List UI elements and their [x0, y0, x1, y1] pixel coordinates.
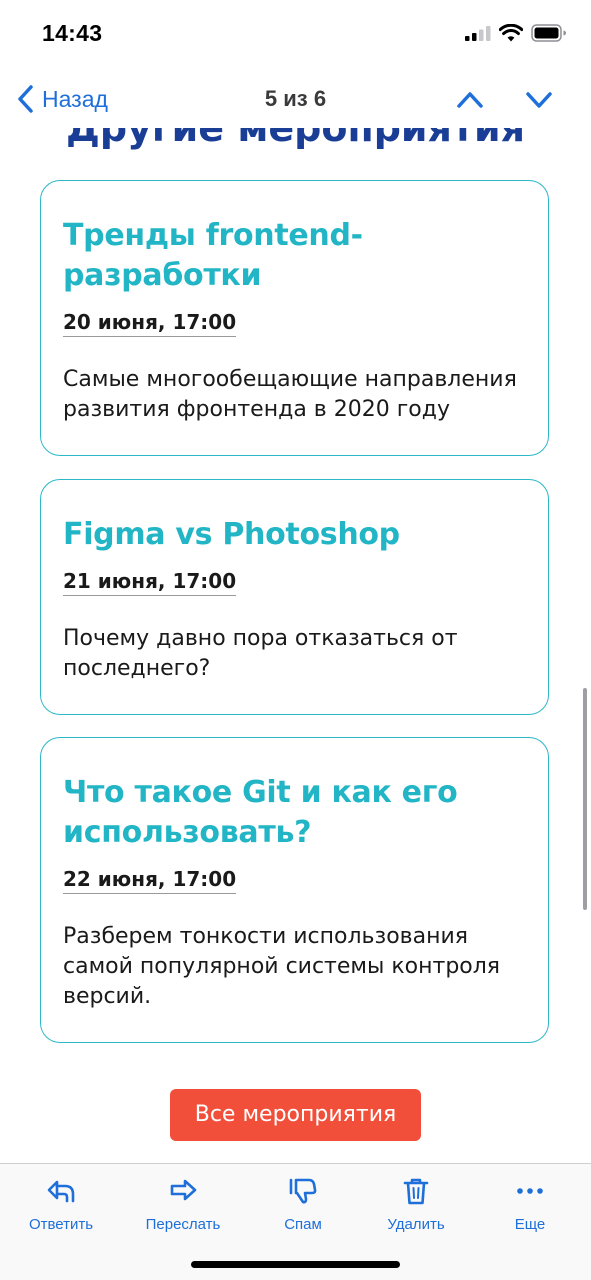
chevron-down-icon [526, 92, 552, 108]
status-time: 14:43 [42, 20, 103, 46]
reply-label: Ответить [28, 1216, 94, 1233]
trash-icon [403, 1178, 429, 1205]
all-events-button[interactable]: Все мероприятия [170, 1089, 421, 1141]
event-date[interactable]: 20 июня, 17:00 [63, 310, 237, 337]
event-description: Самые многообещающие направления развити… [63, 367, 517, 422]
reply-button[interactable]: Ответить [6, 1176, 116, 1233]
forward-icon [170, 1179, 197, 1201]
home-indicator[interactable] [191, 1261, 400, 1268]
more-button[interactable]: Еще [475, 1176, 585, 1233]
wifi-icon [499, 24, 523, 42]
event-title[interactable]: Figma vs Photoshop [63, 515, 526, 555]
back-label: Назад [42, 85, 108, 112]
chevron-left-icon [18, 85, 33, 113]
forward-label: Переслать [145, 1216, 221, 1233]
reply-icon [47, 1180, 75, 1203]
next-message-button[interactable] [523, 86, 555, 114]
thumbs-down-icon [289, 1178, 317, 1204]
event-card[interactable]: Тренды frontend-разработки 20 июня, 17:0… [40, 180, 549, 456]
cellular-signal-icon [465, 26, 491, 41]
event-title[interactable]: Тренды frontend-разработки [63, 216, 526, 296]
event-title[interactable]: Что такое Git и как его использовать? [63, 773, 526, 853]
event-card[interactable]: Figma vs Photoshop 21 июня, 17:00 Почему… [40, 479, 549, 715]
event-description: Разберем тонкости использования самой по… [63, 924, 501, 1009]
status-bar: 14:43 [0, 0, 591, 70]
battery-icon [531, 24, 566, 42]
previous-message-button[interactable] [454, 86, 486, 114]
ellipsis-icon [517, 1188, 543, 1194]
back-button[interactable]: Назад [16, 84, 108, 114]
scroll-indicator[interactable] [583, 688, 587, 910]
event-date[interactable]: 21 июня, 17:00 [63, 569, 237, 596]
event-card[interactable]: Что такое Git и как его использовать? 22… [40, 737, 549, 1043]
spam-button[interactable]: Спам [248, 1176, 358, 1233]
delete-label: Удалить [387, 1216, 445, 1233]
spam-label: Спам [284, 1216, 322, 1233]
delete-button[interactable]: Удалить [361, 1176, 471, 1233]
status-icons [465, 24, 567, 42]
event-description: Почему давно пора отказаться от последне… [63, 626, 458, 681]
more-label: Еще [514, 1216, 546, 1233]
forward-button[interactable]: Переслать [128, 1176, 238, 1233]
navigation-bar: Назад 5 из 6 [0, 70, 591, 128]
event-date[interactable]: 22 июня, 17:00 [63, 867, 237, 894]
chevron-up-icon [457, 92, 483, 108]
